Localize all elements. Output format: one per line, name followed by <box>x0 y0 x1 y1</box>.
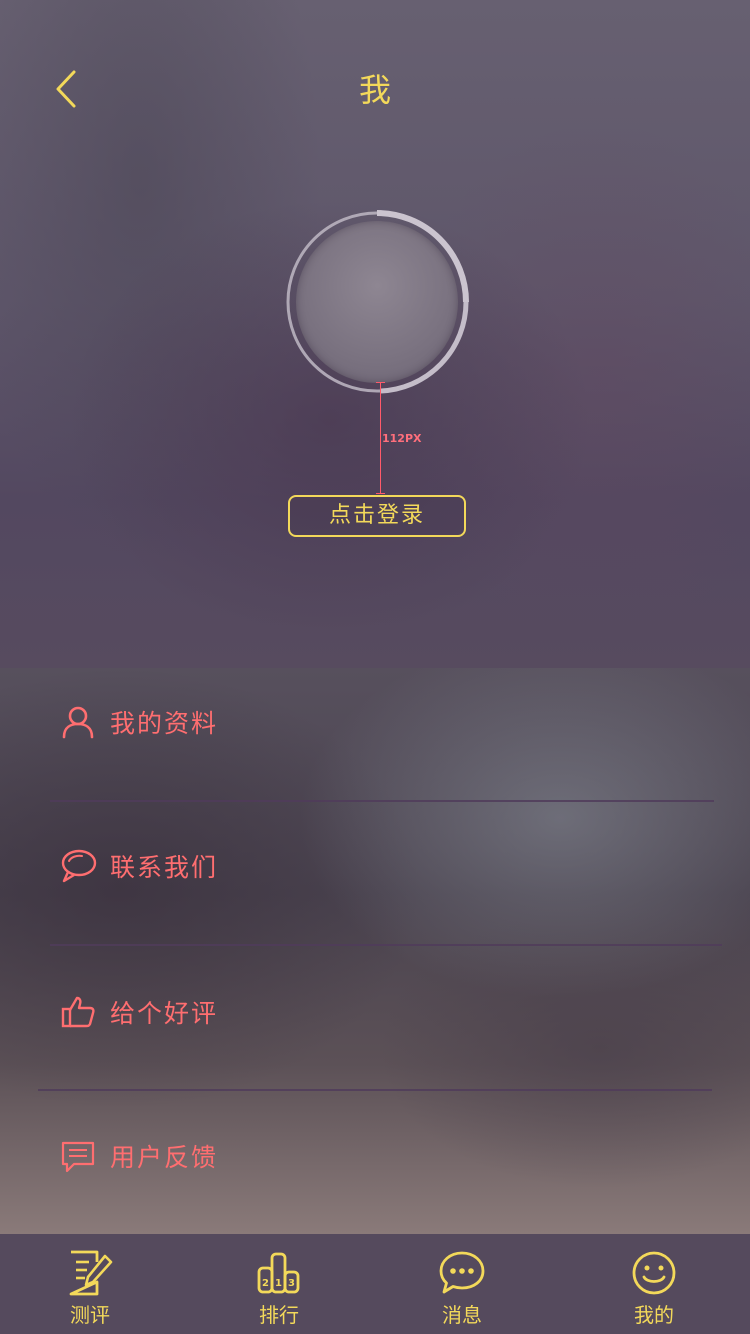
divider <box>50 800 714 802</box>
smiley-icon <box>629 1248 679 1298</box>
chevron-left-icon <box>56 70 76 108</box>
tab-mine[interactable]: 我的 <box>594 1234 714 1334</box>
annotation-line <box>380 382 381 494</box>
menu-item-my-profile[interactable]: 我的资料 <box>40 672 720 772</box>
thumbs-up-icon <box>58 992 98 1032</box>
svg-text:3: 3 <box>288 1278 295 1289</box>
menu-item-contact-us[interactable]: 联系我们 <box>40 816 720 916</box>
back-button[interactable] <box>44 64 88 114</box>
annotation-cap-bottom <box>376 493 385 494</box>
divider <box>50 944 722 946</box>
avatar[interactable] <box>296 221 458 383</box>
user-icon <box>58 702 98 742</box>
menu-item-label: 用户反馈 <box>110 1143 219 1172</box>
menu-item-label: 给个好评 <box>110 999 219 1028</box>
tab-label: 测评 <box>70 1303 110 1327</box>
menu-item-label: 联系我们 <box>110 853 219 882</box>
menu-item-feedback[interactable]: 用户反馈 <box>40 1106 720 1206</box>
divider <box>38 1089 712 1091</box>
tab-messages[interactable]: 消息 <box>402 1234 522 1334</box>
tab-review[interactable]: 测评 <box>30 1234 150 1334</box>
tab-ranking[interactable]: 2 1 3 排行 <box>219 1234 339 1334</box>
login-button[interactable]: 点击登录 <box>288 495 466 537</box>
feedback-icon <box>58 1136 98 1176</box>
tab-label: 排行 <box>259 1303 299 1327</box>
tab-label: 消息 <box>442 1303 482 1327</box>
spacing-annotation: 112PX <box>382 432 422 445</box>
tab-label: 我的 <box>634 1303 674 1327</box>
avatar-container <box>284 209 470 395</box>
svg-text:1: 1 <box>275 1278 282 1289</box>
chat-bubble-icon <box>58 846 98 886</box>
svg-text:2: 2 <box>262 1278 269 1289</box>
menu-item-label: 我的资料 <box>110 709 219 738</box>
page-title: 我 <box>358 71 391 109</box>
message-icon <box>437 1248 487 1298</box>
tab-bar: 测评 2 1 3 排行 消息 我的 <box>0 1234 750 1334</box>
ranking-podium-icon: 2 1 3 <box>254 1248 304 1298</box>
menu-item-rate-us[interactable]: 给个好评 <box>40 962 720 1062</box>
profile-page: 我 112PX 点击登录 我的资料 联系我们 给个好评 用户反馈 测评 2 1 … <box>0 0 750 1334</box>
review-edit-icon <box>65 1248 115 1298</box>
